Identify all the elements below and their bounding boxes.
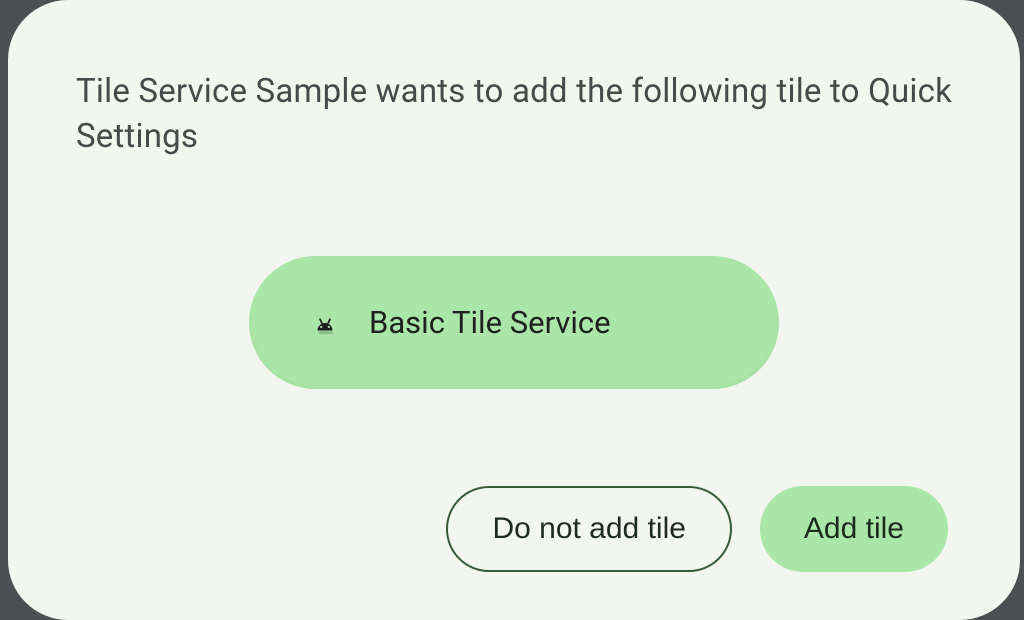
add-tile-button[interactable]: Add tile [760,486,948,572]
tile-preview: Basic Tile Service [249,256,779,389]
add-tile-dialog: Tile Service Sample wants to add the fol… [8,0,1020,620]
do-not-add-tile-button[interactable]: Do not add tile [446,486,731,572]
dialog-title: Tile Service Sample wants to add the fol… [76,70,952,159]
tile-preview-area: Basic Tile Service [76,159,952,486]
android-icon [309,307,341,339]
tile-label: Basic Tile Service [369,304,611,341]
dialog-button-row: Do not add tile Add tile [76,486,952,572]
